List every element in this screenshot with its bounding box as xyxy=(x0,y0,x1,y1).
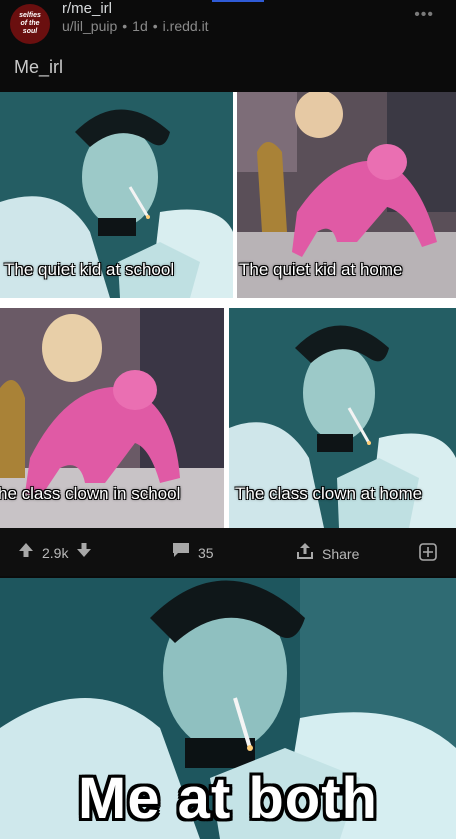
separator-dot: • xyxy=(152,18,158,34)
post-domain[interactable]: i.redd.it xyxy=(163,18,209,34)
ellipsis-icon[interactable]: ••• xyxy=(414,6,434,24)
add-award-icon[interactable] xyxy=(418,542,438,562)
share-icon xyxy=(296,542,314,565)
author-link[interactable]: u/lil_puip xyxy=(62,18,117,34)
subreddit-avatar[interactable]: selfies of the soul xyxy=(10,4,50,44)
meme-image[interactable]: The quiet kid at school The quiet kid at… xyxy=(0,92,456,528)
post-title[interactable]: Me_irl xyxy=(14,57,63,78)
panel-clown-home: The class clown at home xyxy=(229,308,456,528)
comment-icon xyxy=(172,542,190,563)
panel-quiet-school: The quiet kid at school xyxy=(0,92,233,298)
caption: he class clown in school xyxy=(0,484,181,503)
down-arrow-icon[interactable] xyxy=(76,542,92,563)
scroll-indicator xyxy=(212,0,264,2)
post-meta: u/lil_puip • 1d • i.redd.it xyxy=(62,18,209,34)
caption: The quiet kid at school xyxy=(4,260,175,279)
separator-dot: • xyxy=(122,18,128,34)
panel-quiet-home: The quiet kid at home xyxy=(237,92,456,298)
post-age: 1d xyxy=(132,18,148,34)
up-arrow-icon[interactable] xyxy=(18,542,34,563)
caption: The class clown at home xyxy=(235,484,423,503)
vote-count: 2.9k xyxy=(42,544,69,561)
caption: The quiet kid at home xyxy=(239,260,403,279)
panel-clown-school: he class clown in school xyxy=(0,308,224,528)
meme-caption: Me at both xyxy=(78,766,378,831)
share-label: Share xyxy=(322,545,360,562)
comment-count: 35 xyxy=(198,544,214,561)
post-action-bar: 2.9k 35 Share xyxy=(0,528,456,576)
avatar-text: selfies of the soul xyxy=(19,12,41,35)
subreddit-name[interactable]: r/me_irl xyxy=(62,0,112,17)
post-header: selfies of the soul r/me_irl u/lil_puip •… xyxy=(0,0,456,48)
share-button[interactable]: Share xyxy=(296,542,359,565)
vote-group: 2.9k xyxy=(18,542,92,563)
comments-button[interactable]: 35 xyxy=(172,542,214,563)
